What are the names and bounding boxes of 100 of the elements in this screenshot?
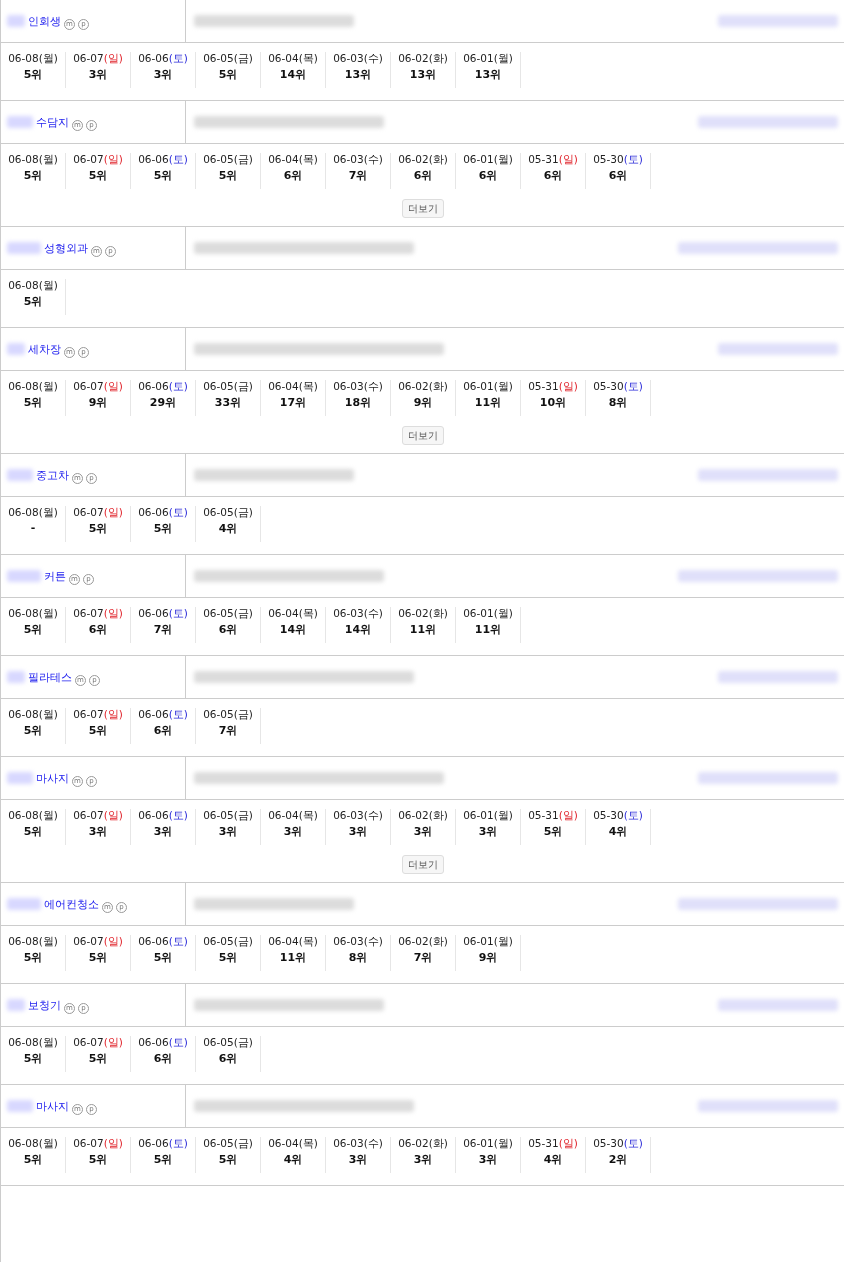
keyword-link[interactable]: 보청기	[28, 997, 61, 1013]
more-button[interactable]: 더보기	[401, 199, 444, 218]
date-label: 06-06(토)	[138, 506, 188, 520]
rank-value: 5위	[153, 1152, 173, 1167]
keyword-link[interactable]: 중고차	[36, 467, 69, 483]
rank-value: 7위	[348, 168, 368, 183]
rank-value: 6위	[153, 1051, 173, 1066]
date-label: 06-07(일)	[73, 1036, 123, 1050]
rank-value: 5위	[23, 294, 43, 309]
rank-value: 5위	[88, 521, 108, 536]
date-label: 06-05(금)	[203, 1137, 253, 1151]
date-label: 06-04(목)	[268, 380, 318, 394]
rank-value: 5위	[153, 950, 173, 965]
rank-value: 6위	[218, 1051, 238, 1066]
date-label: 06-08(월)	[8, 380, 58, 394]
rank-value: 5위	[23, 950, 43, 965]
keyword-link[interactable]: 마사지	[36, 1098, 69, 1114]
redacted-text	[7, 898, 41, 910]
keyword-link[interactable]: 커튼	[44, 568, 66, 584]
date-label: 06-03(수)	[333, 1137, 383, 1151]
date-label: 05-30(토)	[593, 153, 643, 167]
rank-value: 2위	[608, 1152, 628, 1167]
date-label: 06-05(금)	[203, 607, 253, 621]
keyword-link[interactable]: 필라테스	[28, 669, 72, 685]
date-label: 06-05(금)	[203, 809, 253, 823]
more-button[interactable]: 더보기	[401, 426, 444, 445]
rank-value: 11위	[474, 395, 502, 410]
rank-value: 13위	[409, 67, 437, 82]
rank-value: 5위	[88, 723, 108, 738]
date-label: 06-01(월)	[463, 809, 513, 823]
rank-value: 3위	[283, 824, 303, 839]
date-label: 06-01(월)	[463, 52, 513, 66]
date-label: 06-05(금)	[203, 1036, 253, 1050]
rank-value: 5위	[23, 824, 43, 839]
rank-value: 5위	[88, 1051, 108, 1066]
date-label: 06-07(일)	[73, 380, 123, 394]
date-label: 06-06(토)	[138, 52, 188, 66]
date-label: 06-06(토)	[138, 153, 188, 167]
redacted-text	[7, 469, 33, 481]
rank-value: 4위	[283, 1152, 303, 1167]
rank-value: 6위	[608, 168, 628, 183]
keyword-link[interactable]: 수담지	[36, 114, 69, 130]
rank-value: 17위	[279, 395, 307, 410]
date-label: 06-07(일)	[73, 935, 123, 949]
rank-value: 3위	[348, 824, 368, 839]
date-label: 06-02(화)	[398, 935, 448, 949]
rank-value: 3위	[153, 824, 173, 839]
date-label: 06-04(목)	[268, 1137, 318, 1151]
more-button[interactable]: 더보기	[401, 855, 444, 874]
rank-value: 5위	[23, 1152, 43, 1167]
rank-value: 14위	[344, 622, 372, 637]
rank-value: 9위	[413, 395, 433, 410]
keyword-link[interactable]: 인회생	[28, 13, 61, 29]
date-label: 06-01(월)	[463, 1137, 513, 1151]
date-label: 05-31(일)	[528, 1137, 578, 1151]
rank-value: 9위	[478, 950, 498, 965]
date-label: 06-08(월)	[8, 153, 58, 167]
rank-value: 3위	[88, 67, 108, 82]
date-label: 06-08(월)	[8, 279, 58, 293]
keyword-link[interactable]: 에어컨청소	[44, 896, 99, 912]
redacted-text	[7, 772, 33, 784]
date-label: 06-07(일)	[73, 708, 123, 722]
date-label: 06-08(월)	[8, 506, 58, 520]
date-label: 06-07(일)	[73, 809, 123, 823]
rank-value: 5위	[23, 67, 43, 82]
date-label: 06-05(금)	[203, 506, 253, 520]
date-label: 05-30(토)	[593, 1137, 643, 1151]
rank-value: 29위	[149, 395, 177, 410]
rank-value: 5위	[543, 824, 563, 839]
rank-value: 5위	[88, 168, 108, 183]
rank-value: 3위	[478, 824, 498, 839]
keyword-link[interactable]: 세차장	[28, 341, 61, 357]
rank-value: 6위	[88, 622, 108, 637]
rank-value: 8위	[348, 950, 368, 965]
rank-value: -	[30, 521, 36, 534]
date-label: 06-05(금)	[203, 153, 253, 167]
date-label: 06-03(수)	[333, 153, 383, 167]
redacted-text	[7, 116, 33, 128]
rank-value: 3위	[348, 1152, 368, 1167]
rank-value: 11위	[474, 622, 502, 637]
rank-value: 11위	[279, 950, 307, 965]
rank-value: 11위	[409, 622, 437, 637]
redacted-text	[7, 1100, 33, 1112]
keyword-link[interactable]: 마사지	[36, 770, 69, 786]
date-label: 06-04(목)	[268, 809, 318, 823]
date-label: 06-06(토)	[138, 809, 188, 823]
date-label: 06-04(목)	[268, 153, 318, 167]
rank-value: 5위	[218, 168, 238, 183]
date-label: 06-02(화)	[398, 153, 448, 167]
rank-value: 6위	[478, 168, 498, 183]
rank-value: 3위	[478, 1152, 498, 1167]
rank-value: 7위	[153, 622, 173, 637]
date-label: 06-03(수)	[333, 935, 383, 949]
date-label: 06-06(토)	[138, 380, 188, 394]
redacted-text	[7, 570, 41, 582]
keyword-link[interactable]: 성형외과	[44, 240, 88, 256]
date-label: 06-06(토)	[138, 935, 188, 949]
rank-value: 18위	[344, 395, 372, 410]
rank-value: 5위	[23, 168, 43, 183]
rank-value: 5위	[218, 67, 238, 82]
